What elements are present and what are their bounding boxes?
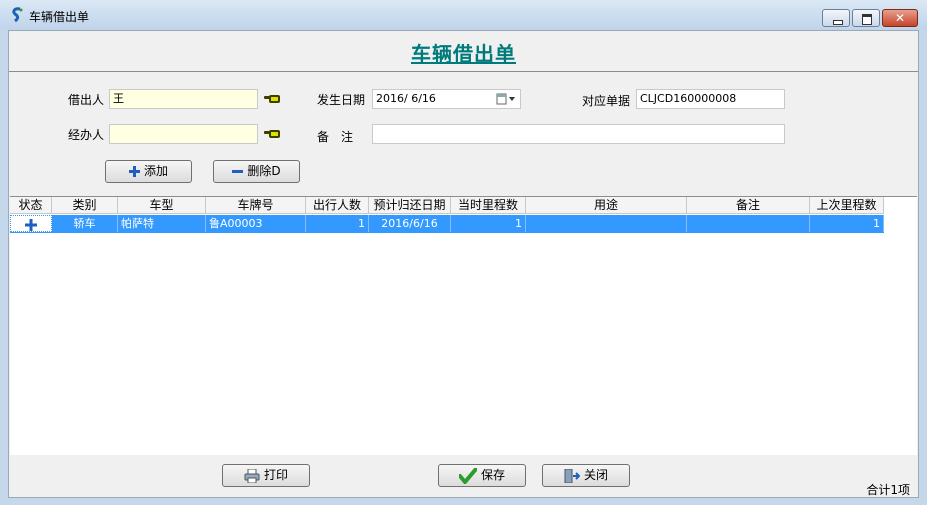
page-title: 车辆借出单 [411,42,516,66]
row-passengers-cell[interactable]: 1 [306,215,369,232]
vehicle-table[interactable]: 状态 类别 车型 车牌号 出行人数 预计归还日期 当时里程数 用途 备注 上次里… [10,196,917,456]
delete-button[interactable]: 删除D [213,160,300,183]
total-count: 合计1项 [866,483,910,497]
row-return-date-cell[interactable]: 2016/6/16 [369,215,451,232]
form-client-area: 车辆借出单 借出人 王 发生日期 2016/ 6/16 对应单据 CLJCD16… [8,30,919,498]
handler-input[interactable] [109,124,258,144]
window-title: 车辆借出单 [29,10,90,24]
row-model-cell[interactable]: 帕萨特 [118,215,206,232]
handler-label: 经办人 [68,128,105,142]
new-row-plus-icon [25,219,37,231]
row-purpose-cell[interactable] [526,215,687,232]
close-icon: ✕ [894,11,906,25]
app-window: 车辆借出单 ✕ 车辆借出单 借出人 王 发生日期 2016/ 6/16 对应单据… [0,0,927,505]
app-logo-icon [12,7,23,23]
column-header-plate[interactable]: 车牌号 [206,197,306,214]
print-button-label: 打印 [263,468,288,482]
row-plate-cell[interactable]: 鲁A00003 [206,215,306,232]
maximize-icon [862,14,872,25]
add-button[interactable]: 添加 [105,160,192,183]
remark-label: 备 注 [317,130,354,144]
print-button[interactable]: 打印 [222,464,310,487]
row-last-mileage-cell[interactable]: 1 [810,215,884,232]
date-value: 2016/ 6/16 [376,92,436,105]
close-window-button[interactable]: ✕ [882,9,918,27]
doc-number-input[interactable]: CLJCD160000008 [636,89,785,109]
close-button[interactable]: 关闭 [542,464,630,487]
column-header-model[interactable]: 车型 [118,197,206,214]
minimize-icon [833,20,843,25]
exit-door-icon [564,468,580,483]
column-header-return-date[interactable]: 预计归还日期 [369,197,451,214]
select-handler-icon[interactable] [263,128,281,140]
delete-button-label: 删除D [247,164,281,178]
column-header-last-mileage[interactable]: 上次里程数 [810,197,884,214]
close-button-label: 关闭 [583,468,608,482]
row-status-cell[interactable] [10,215,52,232]
minus-icon [232,170,244,173]
borrower-input[interactable]: 王 [109,89,258,109]
add-button-label: 添加 [143,164,168,178]
footer-bar: 打印 保存 关闭 合计1项 [9,455,918,497]
remark-input[interactable] [372,124,785,144]
printer-icon [244,468,260,483]
column-header-purpose[interactable]: 用途 [526,197,687,214]
date-label: 发生日期 [317,93,366,107]
plus-icon [128,166,140,177]
save-button-label: 保存 [480,468,505,482]
row-category-cell[interactable]: 轿车 [52,215,118,232]
column-header-status[interactable]: 状态 [10,197,52,214]
checkmark-icon [458,467,477,484]
header-bar: 车辆借出单 [9,31,918,72]
column-header-passengers[interactable]: 出行人数 [306,197,369,214]
borrower-label: 借出人 [68,93,105,107]
column-header-mileage[interactable]: 当时里程数 [451,197,526,214]
maximize-button[interactable] [852,9,880,27]
minimize-button[interactable] [822,9,850,27]
doc-label: 对应单据 [582,94,631,108]
select-person-icon[interactable] [263,93,281,105]
column-header-category[interactable]: 类别 [52,197,118,214]
row-remark-cell[interactable] [687,215,810,232]
title-bar[interactable]: 车辆借出单 ✕ [0,0,927,30]
row-mileage-cell[interactable]: 1 [451,215,526,232]
calendar-dropdown-icon[interactable] [496,93,516,105]
date-picker[interactable]: 2016/ 6/16 [372,89,521,109]
save-button[interactable]: 保存 [438,464,526,487]
column-header-remark[interactable]: 备注 [687,197,810,214]
table-row[interactable]: 轿车 帕萨特 鲁A00003 1 2016/6/16 1 1 [10,215,884,233]
